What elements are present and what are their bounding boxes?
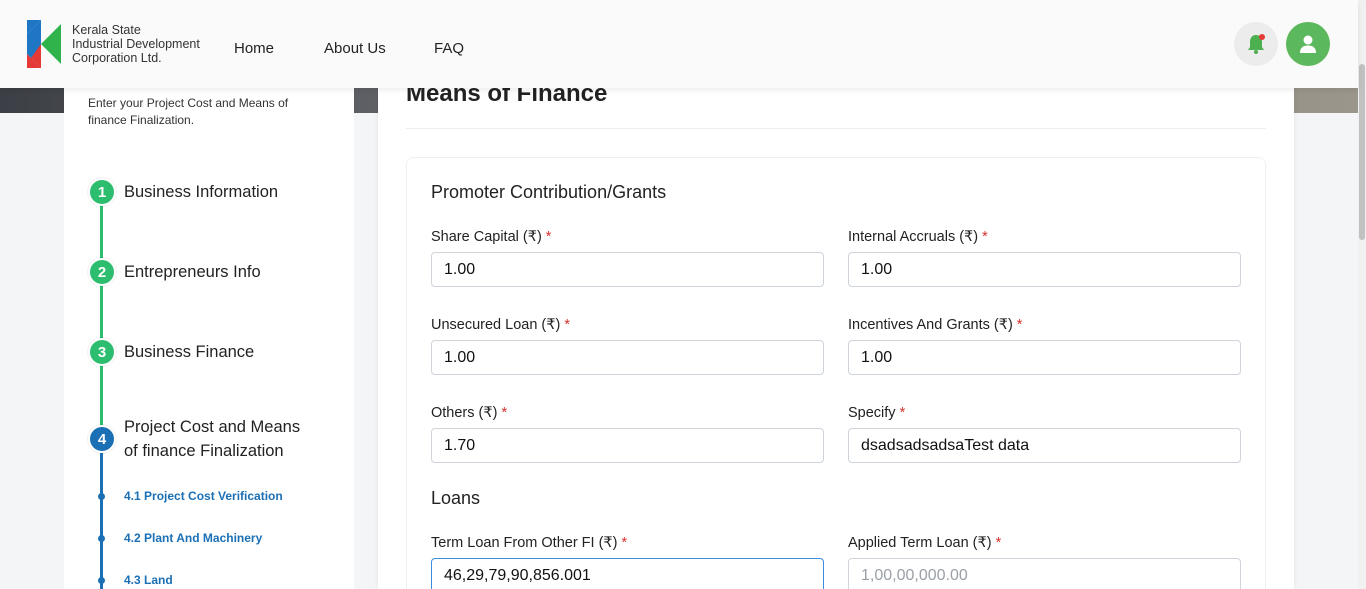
- bell-icon: [1248, 34, 1265, 54]
- substep-dot: [98, 535, 105, 542]
- user-icon: [1300, 35, 1316, 53]
- internal-accruals-label: Internal Accruals (₹) *: [848, 229, 988, 245]
- specify-input[interactable]: [848, 428, 1241, 463]
- step-1-label[interactable]: Business Information: [124, 180, 278, 204]
- share-capital-label: Share Capital (₹) *: [431, 229, 551, 245]
- step-3-circle: 3: [88, 338, 116, 366]
- internal-accruals-input[interactable]: [848, 252, 1241, 287]
- others-label: Others (₹) *: [431, 405, 507, 421]
- others-label-text: Others (₹): [431, 405, 498, 421]
- share-capital-label-text: Share Capital (₹): [431, 229, 542, 245]
- unsecured-loan-label-text: Unsecured Loan (₹): [431, 317, 561, 333]
- brand-line-3: Corporation Ltd.: [72, 51, 162, 65]
- top-header: Kerala State Industrial Development Corp…: [0, 0, 1358, 88]
- term-loan-other-fi-input[interactable]: [431, 558, 824, 589]
- notifications-button[interactable]: [1234, 22, 1278, 66]
- required-marker: *: [564, 317, 570, 333]
- step-1-circle: 1: [88, 178, 116, 206]
- user-avatar-button[interactable]: [1286, 22, 1330, 66]
- nav-faq[interactable]: FAQ: [434, 40, 464, 57]
- others-input[interactable]: [431, 428, 824, 463]
- section-loans: Loans: [431, 488, 481, 508]
- internal-accruals-label-text: Internal Accruals (₹): [848, 229, 979, 245]
- substep-plant-and-machinery[interactable]: 4.2 Plant And Machinery: [124, 531, 262, 545]
- page-scrollbar[interactable]: [1358, 0, 1366, 589]
- incentives-grants-input[interactable]: [848, 340, 1241, 375]
- unsecured-loan-label: Unsecured Loan (₹) *: [431, 317, 570, 333]
- scrollbar-thumb[interactable]: [1359, 64, 1365, 240]
- substep-dot: [98, 493, 105, 500]
- nav-about-us[interactable]: About Us: [324, 40, 386, 57]
- brand-name: Kerala State Industrial Development Corp…: [72, 23, 200, 65]
- substep-project-cost-verification[interactable]: 4.1 Project Cost Verification: [124, 489, 283, 503]
- step-4-label-line-1: Project Cost and Means: [124, 418, 301, 436]
- notification-dot: [1259, 34, 1265, 40]
- unsecured-loan-input[interactable]: [431, 340, 824, 375]
- step-3-label[interactable]: Business Finance: [124, 340, 254, 364]
- applied-term-loan-label-text: Applied Term Loan (₹): [848, 535, 992, 551]
- substep-land[interactable]: 4.3 Land: [124, 573, 173, 587]
- step-4-circle: 4: [88, 425, 116, 453]
- term-loan-other-fi-label-text: Term Loan From Other FI (₹): [431, 535, 618, 551]
- specify-label: Specify *: [848, 405, 905, 421]
- step-2-label[interactable]: Entrepreneurs Info: [124, 260, 261, 284]
- specify-label-text: Specify: [848, 405, 896, 421]
- step-4-label[interactable]: Project Cost and Means of finance Finali…: [124, 415, 300, 463]
- brand-line-1: Kerala State: [72, 23, 141, 37]
- required-marker: *: [995, 535, 1002, 551]
- ksidc-logo[interactable]: [27, 20, 61, 68]
- incentives-grants-label: Incentives And Grants (₹) *: [848, 317, 1022, 333]
- required-marker: *: [982, 229, 988, 245]
- required-marker: *: [621, 535, 628, 551]
- applied-term-loan-input[interactable]: [848, 558, 1241, 589]
- share-capital-input[interactable]: [431, 252, 824, 287]
- means-of-finance-card: Promoter Contribution/Grants Share Capit…: [406, 157, 1266, 589]
- main-form-panel: Means of Finance Promoter Contribution/G…: [378, 60, 1294, 589]
- section-promoter-contribution: Promoter Contribution/Grants: [431, 182, 667, 202]
- incentives-grants-label-text: Incentives And Grants (₹): [848, 317, 1013, 333]
- required-marker: *: [1016, 317, 1023, 333]
- progress-line-completed: [100, 205, 103, 445]
- progress-line-active: [100, 453, 103, 589]
- required-marker: *: [899, 405, 906, 421]
- step-2-circle: 2: [88, 258, 116, 286]
- applied-term-loan-label: Applied Term Loan (₹) *: [848, 535, 1001, 551]
- step-4-label-line-2: of finance Finalization: [124, 442, 284, 460]
- title-divider: [406, 128, 1266, 129]
- brand-line-2: Industrial Development: [72, 37, 200, 51]
- required-marker: *: [501, 405, 508, 421]
- required-marker: *: [545, 229, 552, 245]
- term-loan-other-fi-label: Term Loan From Other FI (₹) *: [431, 535, 627, 551]
- nav-home[interactable]: Home: [234, 40, 274, 57]
- steps-sidebar: Enter your Project Cost and Means of fin…: [64, 88, 354, 589]
- substep-dot: [98, 577, 105, 584]
- sidebar-intro: Enter your Project Cost and Means of fin…: [88, 96, 289, 127]
